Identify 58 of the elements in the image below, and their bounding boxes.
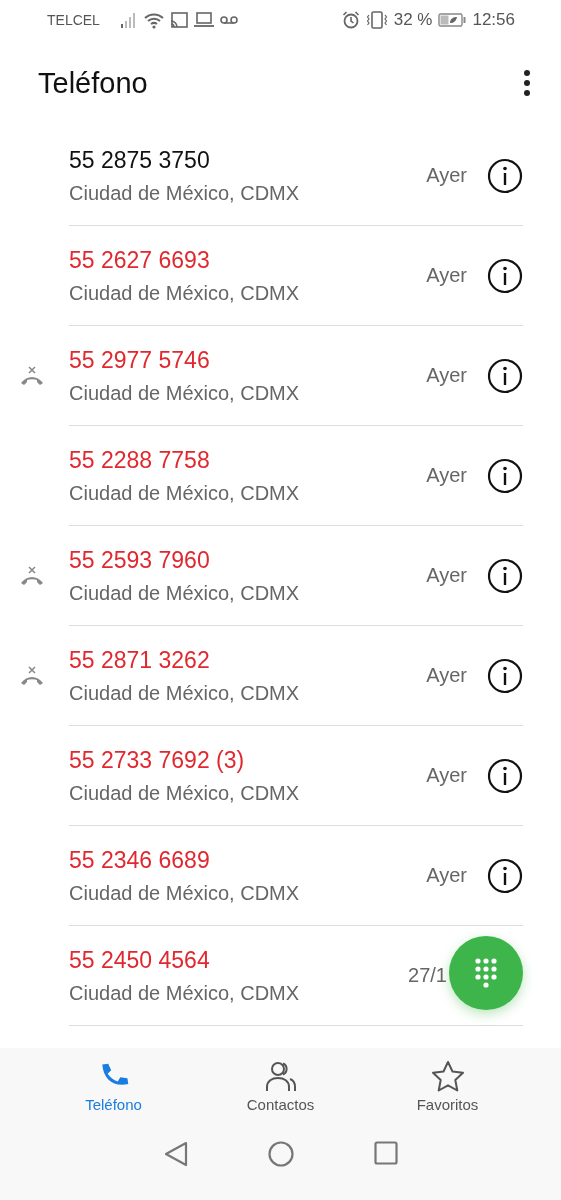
alarm-icon: [341, 11, 360, 29]
phone-number: 55 2346 6689: [69, 846, 211, 874]
info-icon[interactable]: [487, 357, 523, 394]
people-icon: [264, 1060, 297, 1092]
nav-tab[interactable]: Teléfono: [53, 1060, 174, 1113]
info-icon[interactable]: [487, 757, 523, 794]
call-time: 27/1: [408, 964, 447, 987]
signal-icon: [119, 11, 138, 29]
dialpad-button[interactable]: [449, 936, 523, 1010]
phone-number: 55 2450 4564: [69, 946, 211, 974]
call-time: Ayer: [426, 164, 467, 187]
call-time: Ayer: [426, 264, 467, 287]
call-time: Ayer: [426, 764, 467, 787]
call-time: Ayer: [426, 664, 467, 687]
phone-number: 55 2977 5746: [69, 346, 211, 374]
app-title: Teléfono: [38, 66, 149, 100]
call-time: Ayer: [426, 564, 467, 587]
nav-tab[interactable]: Contactos: [220, 1060, 341, 1113]
call-location: Ciudad de México, CDMX: [69, 681, 301, 705]
vibrate-icon: [365, 11, 388, 29]
phone-number: 55 2288 7758: [69, 446, 211, 474]
battery-percent: 32 %: [393, 10, 433, 30]
call-time: Ayer: [426, 464, 467, 487]
call-location: Ciudad de México, CDMX: [69, 781, 301, 805]
recents-icon[interactable]: [373, 1141, 398, 1165]
phone-number: 55 2875 3750: [69, 146, 211, 174]
call-location: Ciudad de México, CDMX: [69, 481, 301, 505]
back-icon[interactable]: [163, 1141, 188, 1167]
info-icon[interactable]: [487, 257, 523, 294]
call-location: Ciudad de México, CDMX: [69, 181, 301, 205]
voicemail-icon: [219, 14, 238, 26]
home-icon[interactable]: [267, 1141, 294, 1167]
call-location: Ciudad de México, CDMX: [69, 981, 301, 1005]
phone-number: 55 2627 6693: [69, 246, 211, 274]
phone-number: 55 2871 3262: [69, 646, 211, 674]
nav-tab[interactable]: Favoritos: [387, 1060, 508, 1113]
laptop-icon: [193, 12, 214, 28]
more-options-icon[interactable]: [523, 69, 531, 97]
carrier-name: TELCEL: [47, 12, 100, 28]
info-icon[interactable]: [487, 857, 523, 894]
battery-icon: [438, 13, 467, 27]
star-icon: [430, 1060, 465, 1092]
call-time: Ayer: [426, 864, 467, 887]
cast-icon: [169, 12, 188, 28]
info-icon[interactable]: [487, 457, 523, 494]
call-location: Ciudad de México, CDMX: [69, 281, 301, 305]
wifi-icon: [143, 11, 164, 29]
call-location: Ciudad de México, CDMX: [69, 581, 301, 605]
info-icon[interactable]: [487, 157, 523, 194]
phone-number: 55 2733 7692 (3): [69, 746, 246, 774]
info-icon[interactable]: [487, 657, 523, 694]
clock-time: 12:56: [472, 10, 515, 30]
call-location: Ciudad de México, CDMX: [69, 381, 301, 405]
dialpad-icon: [475, 958, 497, 988]
call-time: Ayer: [426, 364, 467, 387]
info-icon[interactable]: [487, 557, 523, 594]
phone-number: 55 2593 7960: [69, 546, 211, 574]
call-location: Ciudad de México, CDMX: [69, 881, 301, 905]
